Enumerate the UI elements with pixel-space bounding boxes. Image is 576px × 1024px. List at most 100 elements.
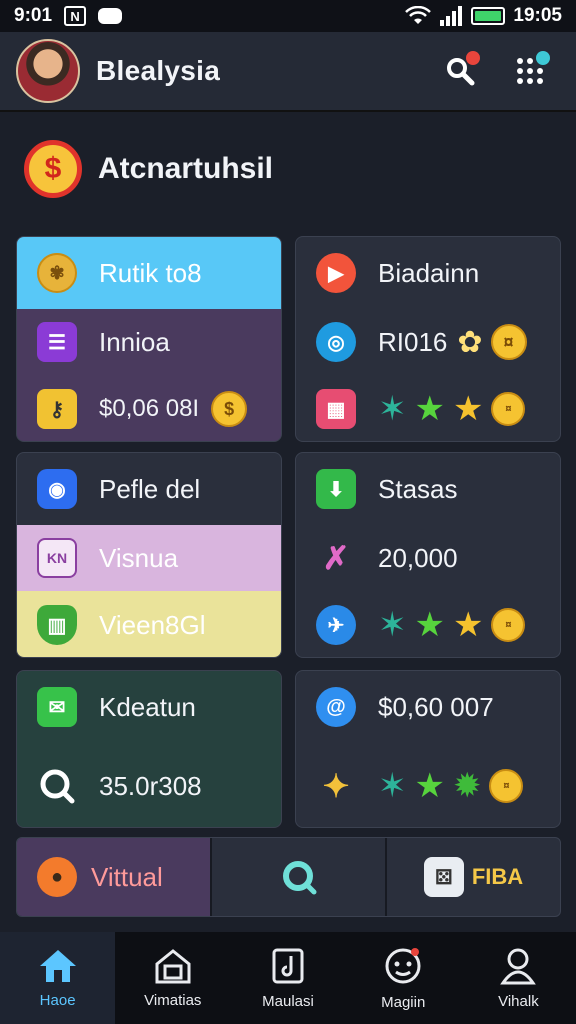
star-icon: ✶ [378,767,407,805]
card-rutik-header: ✾ Rutik to8 [17,237,281,309]
gold-coin-icon: ¤ [490,324,527,360]
status-time-left: 9:01 [14,5,53,26]
quick-action-bar: ● Vittual ⚄ FIBA [16,837,561,917]
search-quick-button[interactable] [212,838,387,916]
card-pefle-row-2: KN Visnua [17,525,281,591]
star-icon: ★ [414,390,445,428]
bottom-navigation: Haoe Vimatias Maulasi Magiin Vihalk [0,932,576,1024]
wheat-coin-icon: ✾ [37,253,77,293]
nav-label-music: Maulasi [262,992,314,1010]
notification-icon: N [64,6,87,26]
card-balance[interactable]: @ $0,60 007 ✦ ✶ ★ ✹ ¤ [295,670,561,828]
badge-icon: KN [37,538,77,578]
nav-item-home[interactable]: Haoe [0,932,116,1024]
star-icon: ✶ [378,606,407,644]
battery-icon [471,7,506,25]
fiba-button[interactable]: ⚄ FIBA [387,838,560,916]
rating-stars: ✶ ★ ★ ¤ [378,606,526,644]
nav-item-music[interactable]: Maulasi [230,932,345,1024]
home-icon [39,949,76,982]
apps-button[interactable] [514,51,550,87]
card-kdeatun[interactable]: ✉ Kdeatun 35.0r308 [16,670,282,828]
card-rutik-row3-value: $0,06 08I [99,395,200,422]
card-biadainn-title: Biadainn [378,257,480,288]
search-button[interactable] [444,51,480,87]
gold-coin-icon: ¤ [491,608,526,642]
star-icon: ★ [414,767,445,805]
avatar[interactable] [16,39,80,103]
signal-icon [440,6,463,26]
candy-icon: ✗ [322,540,350,576]
message-icon [98,8,123,24]
star-icon: ★ [414,606,445,644]
virtual-button[interactable]: ● Vittual [17,838,212,916]
card-pefle[interactable]: ◉ Pefle del KN Visnua ▥ Vieen8Gl [16,452,282,658]
card-balance-title: $0,60 007 [378,691,494,722]
card-biadainn-row-2: ◎ RI016 ✿ ¤ [296,309,560,375]
card-stasas-row-3: ✈ ✶ ★ ★ ¤ [296,591,560,657]
store-icon [155,948,191,983]
card-kdeatun-row-2: 35.0r308 [17,743,281,827]
gold-coin-icon: ¤ [489,769,524,803]
inbox-icon: ✉ [37,687,77,727]
gold-coin-icon: ¤ [491,392,526,426]
profile-icon [500,948,537,984]
fiba-label: FIBA [471,864,524,889]
card-balance-header: @ $0,60 007 [296,671,560,743]
app-header: Blealysia [0,32,576,112]
virtual-label: Vittual [91,861,163,892]
at-icon: @ [316,687,356,727]
music-icon [272,948,304,983]
target-icon: ◎ [316,322,356,362]
shield-icon: ▥ [37,605,77,645]
star-icon: ★ [452,390,484,428]
card-pefle-row2-label: Visnua [99,542,179,573]
document-icon: ☰ [37,322,77,362]
card-biadainn[interactable]: ▶ Biadainn ◎ RI016 ✿ ¤ ▦ ✶ ★ ★ ¤ [295,236,561,442]
card-stasas[interactable]: ⬇ Stasas ✗ 20,000 ✈ ✶ ★ ★ ¤ [295,452,561,658]
card-stasas-title: Stasas [378,473,458,504]
search-icon [282,861,316,895]
nav-item-profile[interactable]: Vihalk [461,932,576,1024]
record-icon: ● [37,857,77,897]
card-stasas-header: ⬇ Stasas [296,453,560,525]
nav-item-store[interactable]: Vimatias [115,932,230,1024]
dollar-coin-icon: $ [24,140,82,198]
dice-icon: ⚄ [423,857,464,897]
rating-stars: ✶ ★ ★ ¤ [378,390,526,428]
compass-icon: ✈ [316,605,356,645]
star-icon: ✶ [378,390,407,428]
card-rutik-title: Rutik to8 [99,257,202,288]
sparkle-icon: ✦ [322,768,350,804]
key-icon: ⚷ [37,389,77,429]
game-icon [385,947,421,983]
header-actions [444,51,560,87]
card-kdeatun-row2-value: 35.0r308 [99,770,202,801]
gallery-icon: ▦ [316,389,356,429]
camera-icon: ◉ [37,469,77,509]
section-title: Atcnartuhsil [98,152,274,185]
rating-stars: ✶ ★ ✹ ¤ [378,767,524,805]
nav-label-store: Vimatias [144,991,202,1009]
nav-item-game[interactable]: Magiin [346,932,461,1024]
card-biadainn-row-3: ▦ ✶ ★ ★ ¤ [296,375,560,441]
card-stasas-row2-value: 20,000 [378,542,458,573]
card-rutik-row2-label: Innioa [99,326,170,357]
star-icon: ✹ [452,767,482,805]
card-pefle-row-3: ▥ Vieen8Gl [17,591,281,657]
card-rutik[interactable]: ✾ Rutik to8 ☰ Innioa ⚷ $0,06 08I $ [16,236,282,442]
nav-label-home: Haoe [39,991,76,1009]
card-biadainn-row2-value: RI016 [378,326,448,357]
star-icon: ★ [452,606,484,644]
section-heading: $ Atcnartuhsil [24,140,273,198]
card-pefle-row3-label: Vieen8Gl [99,609,206,640]
download-icon: ⬇ [316,469,356,509]
wifi-icon [405,6,432,24]
card-rutik-row-3: ⚷ $0,06 08I $ [17,375,281,441]
nav-label-profile: Vihalk [498,992,539,1010]
search-badge [466,51,480,65]
search-icon [40,769,75,804]
nav-label-game: Magiin [381,993,426,1011]
card-rutik-row-2: ☰ Innioa [17,309,281,375]
app-title: Blealysia [96,55,221,86]
